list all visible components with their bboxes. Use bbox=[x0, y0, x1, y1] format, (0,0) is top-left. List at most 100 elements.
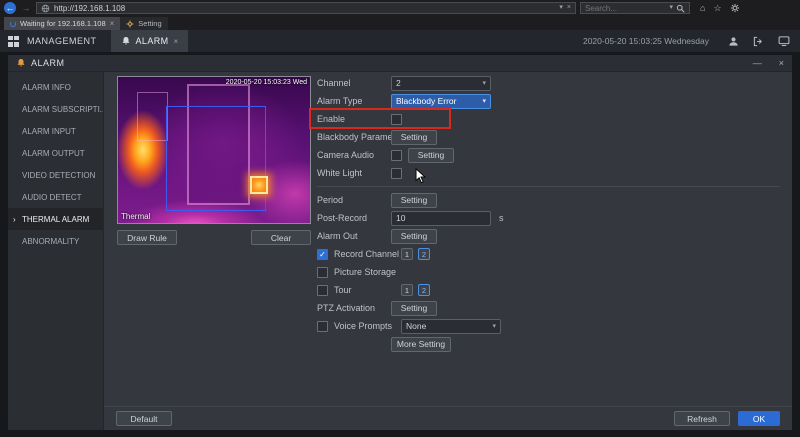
form-row-record-channel: Record Channel 1 2 bbox=[317, 245, 780, 263]
logout-icon[interactable] bbox=[753, 36, 764, 47]
browser-toolbar: http://192.168.1.108 bbox=[0, 0, 800, 16]
forward-icon[interactable] bbox=[20, 3, 32, 13]
home-icon[interactable] bbox=[700, 2, 705, 14]
sidebar-item-alarm-subscription[interactable]: ALARM SUBSCRIPTI... bbox=[8, 98, 103, 120]
voice-prompts-checkbox[interactable] bbox=[317, 320, 328, 332]
tour-checkbox[interactable] bbox=[317, 284, 328, 296]
chevron-down-icon bbox=[482, 79, 486, 87]
record-channel-checkbox[interactable] bbox=[317, 248, 328, 260]
enable-label: Enable bbox=[317, 114, 346, 124]
more-setting-button[interactable]: More Setting bbox=[391, 336, 451, 352]
browser-tab-label: Waiting for 192.168.1.108 bbox=[20, 19, 106, 28]
thermal-image: 2020-05-20 15:03:23 Wed Thermal bbox=[118, 77, 310, 223]
enable-checkbox[interactable] bbox=[391, 113, 402, 125]
screen: http://192.168.1.108 bbox=[0, 0, 800, 437]
record-channel-label: Record Channel bbox=[334, 249, 400, 259]
sidebar-item-thermal-alarm[interactable]: THERMAL ALARM bbox=[8, 208, 103, 230]
gear-icon[interactable] bbox=[730, 3, 740, 13]
record-channel-1-button[interactable]: 1 bbox=[401, 248, 413, 260]
chevron-down-icon bbox=[482, 97, 486, 105]
alarm-type-select[interactable]: Blackbody Error bbox=[391, 93, 491, 109]
osd-stream-label: Thermal bbox=[121, 212, 151, 221]
tour-2-button[interactable]: 2 bbox=[418, 284, 430, 296]
camera-audio-checkbox[interactable] bbox=[391, 149, 402, 161]
blackbody-setting-button[interactable]: Setting bbox=[391, 129, 437, 145]
close-icon[interactable] bbox=[110, 19, 115, 28]
alarm-out-setting-button[interactable]: Setting bbox=[391, 228, 437, 244]
monitor-icon[interactable] bbox=[778, 35, 790, 47]
browser-tab-label: Setting bbox=[138, 19, 162, 28]
address-bar[interactable]: http://192.168.1.108 bbox=[36, 2, 576, 14]
form-row-period: Period Setting bbox=[317, 191, 780, 209]
panel-title: ALARM bbox=[31, 58, 65, 68]
panel-footer: Default Refresh OK bbox=[104, 406, 792, 430]
default-button[interactable]: Default bbox=[116, 411, 172, 426]
alarm-panel-header: ALARM bbox=[8, 55, 792, 72]
form-row-ptz-activation: PTZ Activation Setting bbox=[317, 299, 780, 317]
close-icon[interactable] bbox=[174, 37, 179, 46]
post-record-input[interactable] bbox=[391, 210, 491, 226]
period-label: Period bbox=[317, 195, 344, 205]
voice-prompts-select[interactable]: None bbox=[401, 318, 501, 334]
ptz-activation-label: PTZ Activation bbox=[317, 303, 376, 313]
management-menu[interactable]: MANAGEMENT bbox=[27, 36, 97, 46]
back-icon[interactable] bbox=[4, 2, 16, 14]
voice-prompts-value: None bbox=[406, 321, 427, 331]
picture-storage-label: Picture Storage bbox=[334, 267, 397, 277]
sidebar-item-alarm-input[interactable]: ALARM INPUT bbox=[8, 120, 103, 142]
form-row-blackbody-parameter: Blackbody Parameter Setting bbox=[317, 128, 780, 146]
sidebar-item-alarm-info[interactable]: ALARM INFO bbox=[8, 76, 103, 98]
chevron-down-icon[interactable] bbox=[669, 3, 673, 13]
voice-prompts-label: Voice Prompts bbox=[334, 321, 393, 331]
search-input[interactable] bbox=[585, 3, 667, 13]
refresh-button[interactable]: Refresh bbox=[674, 411, 730, 426]
close-icon[interactable] bbox=[779, 58, 784, 68]
form-row-more-setting: More Setting bbox=[317, 335, 780, 353]
picture-storage-checkbox[interactable] bbox=[317, 266, 328, 278]
draw-rule-button[interactable]: Draw Rule bbox=[117, 230, 177, 245]
channel-select[interactable]: 2 bbox=[391, 75, 491, 91]
ok-button[interactable]: OK bbox=[738, 411, 780, 426]
ptz-setting-button[interactable]: Setting bbox=[391, 300, 437, 316]
favorites-icon[interactable] bbox=[713, 2, 721, 14]
camera-audio-setting-button[interactable]: Setting bbox=[408, 147, 454, 163]
search-box[interactable] bbox=[580, 2, 690, 14]
white-light-label: White Light bbox=[317, 168, 363, 178]
browser-tab-setting[interactable]: Setting bbox=[120, 17, 168, 30]
record-channel-2-button[interactable]: 2 bbox=[418, 248, 430, 260]
period-setting-button[interactable]: Setting bbox=[391, 192, 437, 208]
alarm-type-value: Blackbody Error bbox=[396, 96, 457, 106]
thermal-window-outline bbox=[137, 91, 168, 142]
post-record-unit: s bbox=[499, 213, 504, 223]
search-icon[interactable] bbox=[676, 4, 685, 13]
white-light-checkbox[interactable] bbox=[391, 167, 402, 179]
post-record-label: Post-Record bbox=[317, 213, 368, 223]
camera-audio-label: Camera Audio bbox=[317, 150, 375, 160]
sidebar-item-abnormality[interactable]: ABNORMALITY bbox=[8, 230, 103, 252]
browser-tab-loading[interactable]: Waiting for 192.168.1.108 bbox=[4, 17, 121, 30]
thermal-alarm-content: 2020-05-20 15:03:23 Wed Thermal Draw Rul… bbox=[105, 72, 792, 406]
sidebar-item-audio-detect[interactable]: AUDIO DETECT bbox=[8, 186, 103, 208]
favicon-gear-icon bbox=[126, 20, 134, 27]
sidebar-item-video-detection[interactable]: VIDEO DETECTION bbox=[8, 164, 103, 186]
tour-1-button[interactable]: 1 bbox=[401, 284, 413, 296]
rule-region-rectangle[interactable] bbox=[166, 106, 266, 212]
clear-button[interactable]: Clear bbox=[251, 230, 311, 245]
tab-alarm[interactable]: ALARM bbox=[110, 30, 189, 52]
chevron-down-icon bbox=[492, 322, 496, 330]
channel-label: Channel bbox=[317, 78, 351, 88]
chevron-down-icon[interactable] bbox=[559, 3, 563, 13]
form-row-post-record: Post-Record s bbox=[317, 209, 780, 227]
stop-icon[interactable] bbox=[567, 3, 571, 13]
thermal-video-preview[interactable]: 2020-05-20 15:03:23 Wed Thermal bbox=[117, 76, 311, 224]
loading-spinner-icon bbox=[10, 20, 16, 27]
tab-alarm-label: ALARM bbox=[135, 36, 169, 46]
osd-timestamp: 2020-05-20 15:03:23 Wed bbox=[225, 79, 307, 86]
form-row-alarm-out: Alarm Out Setting bbox=[317, 227, 780, 245]
apps-grid-icon[interactable] bbox=[8, 35, 19, 47]
alarm-type-label: Alarm Type bbox=[317, 96, 363, 106]
form-row-picture-storage: Picture Storage bbox=[317, 263, 780, 281]
sidebar-item-alarm-output[interactable]: ALARM OUTPUT bbox=[8, 142, 103, 164]
user-icon[interactable] bbox=[728, 36, 739, 47]
minimize-icon[interactable] bbox=[753, 58, 762, 68]
